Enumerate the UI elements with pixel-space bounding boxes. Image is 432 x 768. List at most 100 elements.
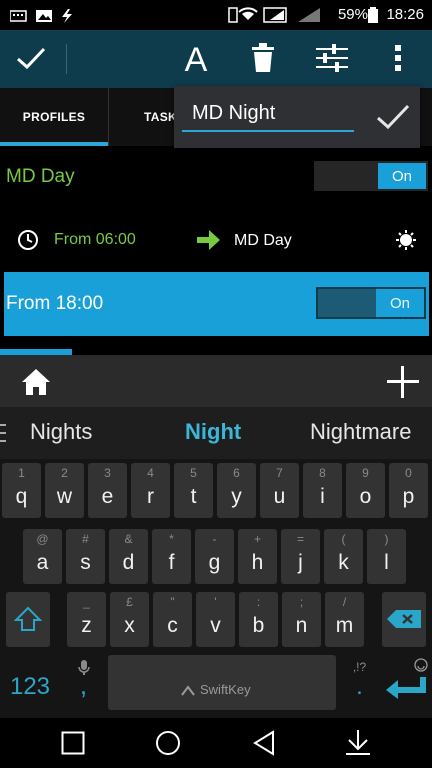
profile-toggle[interactable]: On (316, 287, 426, 319)
key-a[interactable]: @ a (23, 529, 62, 584)
task-name[interactable]: MD Day (234, 232, 292, 250)
key-y[interactable]: 6y (217, 463, 256, 518)
key-x[interactable]: £ x (110, 592, 149, 647)
add-icon[interactable] (387, 366, 419, 398)
suggestion-left[interactable]: Nights (30, 419, 92, 445)
shift-icon (14, 606, 42, 631)
profile-name[interactable]: MD Day (6, 166, 75, 188)
status-bar: 59% 18:26 (0, 0, 432, 30)
key-secondary: 9 (362, 466, 369, 480)
key-t[interactable]: 5t (174, 463, 213, 518)
key-w[interactable]: 2w (45, 463, 84, 518)
navigation-bar (0, 718, 432, 768)
key-secondary: / (342, 595, 347, 609)
key-o[interactable]: 9o (346, 463, 385, 518)
key-secondary: _ (83, 595, 90, 609)
enter-key[interactable] (382, 655, 432, 710)
key-m[interactable]: / m (325, 592, 364, 647)
backspace-key[interactable] (382, 592, 426, 647)
key-primary: a (36, 551, 49, 574)
key-u[interactable]: 7u (260, 463, 299, 518)
brightness-icon (396, 230, 416, 250)
suggestion-center[interactable]: Night (185, 419, 241, 445)
key-secondary: 3 (104, 466, 111, 480)
hide-keyboard-icon[interactable] (346, 730, 370, 756)
key-secondary: & (124, 532, 133, 546)
numbers-key[interactable]: 123 (0, 655, 60, 710)
key-secondary: = (296, 532, 304, 546)
profile-row-selected[interactable]: From 18:00 On (4, 272, 429, 336)
keyboard-toolbar (0, 355, 432, 407)
suggestion-bar: Nights Night Nightmare (0, 407, 432, 459)
key-secondary: £ (126, 595, 133, 609)
key-v[interactable]: ' v (196, 592, 235, 647)
context-time[interactable]: From 06:00 (54, 231, 136, 249)
key-b[interactable]: :b (239, 592, 278, 647)
key-primary: f (168, 551, 175, 574)
period-key[interactable]: ,!? . (340, 655, 379, 710)
key-i[interactable]: 8i (303, 463, 342, 518)
signal-icons (228, 7, 320, 23)
key-primary: h (251, 551, 264, 574)
key-g[interactable]: -g (195, 529, 234, 584)
tab-indicator (0, 142, 108, 146)
tab-divider (108, 88, 109, 146)
key-primary: z (81, 614, 92, 637)
key-primary: i (320, 485, 325, 508)
home-icon[interactable] (21, 368, 51, 396)
space-key[interactable]: SwiftKey (108, 655, 336, 710)
settings-sliders-icon[interactable] (316, 44, 348, 72)
key-c[interactable]: " c (153, 592, 192, 647)
key-primary: t (190, 485, 197, 508)
back-icon[interactable] (253, 730, 275, 756)
key-j[interactable]: = j (281, 529, 320, 584)
key-l[interactable]: ) l (367, 529, 406, 584)
comma-key[interactable]: , (64, 655, 103, 710)
key-secondary: : (256, 595, 261, 609)
key-primary: n (295, 614, 308, 637)
key-primary: l (384, 551, 389, 574)
key-r[interactable]: 4r (131, 463, 170, 518)
key-primary: d (122, 551, 135, 574)
toggle-knob: On (378, 163, 426, 189)
overflow-menu-icon[interactable] (394, 44, 402, 72)
toggle-knob: On (376, 289, 424, 317)
key-n[interactable]: ; n (282, 592, 321, 647)
key-primary: s (80, 551, 91, 574)
profile-label: From 18:00 (6, 293, 104, 314)
key-q[interactable]: 1q (2, 463, 41, 518)
key-z[interactable]: _ z (67, 592, 106, 647)
key-e[interactable]: 3e (88, 463, 127, 518)
recents-icon[interactable] (61, 731, 85, 755)
done-check-icon[interactable] (16, 46, 46, 70)
svg-text:A: A (185, 42, 208, 74)
trash-icon[interactable] (252, 43, 274, 73)
text-format-icon[interactable]: A (181, 42, 211, 74)
suggestion-menu-icon[interactable] (0, 424, 6, 442)
key-h[interactable]: + h (238, 529, 277, 584)
key-primary: x (124, 614, 135, 637)
key-d[interactable]: & d (109, 529, 148, 584)
profile-toggle[interactable]: On (314, 161, 428, 191)
key-s[interactable]: # s (66, 529, 105, 584)
key-p[interactable]: 0p (389, 463, 428, 518)
key-primary: v (210, 614, 221, 637)
profile-name-input[interactable] (182, 96, 354, 132)
swiftkey-logo-icon (181, 685, 195, 696)
key-secondary: 7 (276, 466, 283, 480)
profile-name-popup (174, 86, 420, 148)
key-secondary: * (169, 532, 174, 546)
battery-level: 59% (337, 6, 368, 23)
shift-key[interactable] (6, 592, 50, 647)
suggestion-right[interactable]: Nightmare (310, 419, 411, 445)
key-secondary: 0 (405, 466, 412, 480)
clock: 18:26 (386, 6, 424, 23)
key-primary: p (402, 485, 415, 508)
key-k[interactable]: (k (324, 529, 363, 584)
key-f[interactable]: * f (152, 529, 191, 584)
tab-profiles[interactable]: PROFILES (0, 88, 108, 146)
key-primary: u (273, 485, 286, 508)
key-secondary: ( (341, 532, 346, 546)
home-nav-icon[interactable] (155, 730, 181, 756)
confirm-check-icon[interactable] (376, 104, 410, 130)
